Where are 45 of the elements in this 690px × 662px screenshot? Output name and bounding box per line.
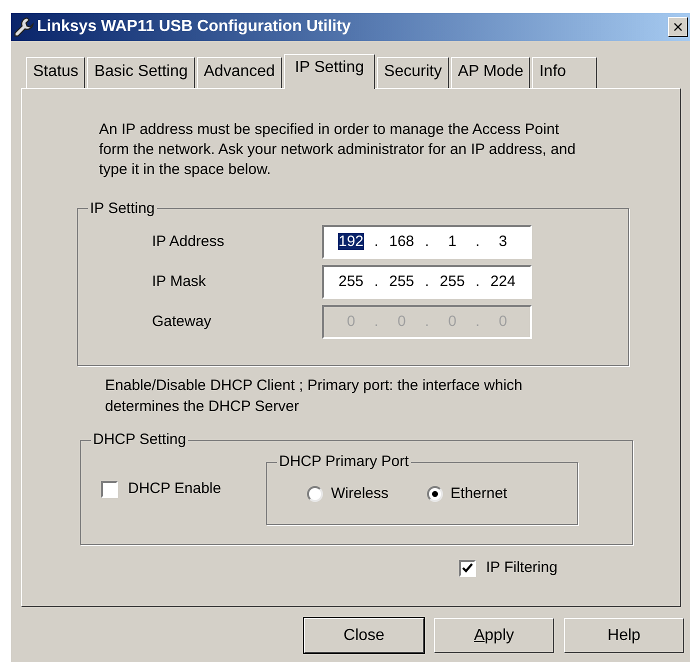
octet-text: 255 — [388, 272, 416, 292]
dot-separator: . — [374, 312, 378, 332]
dot-separator: . — [374, 232, 378, 252]
octet-text: 255 — [337, 272, 365, 292]
tab[interactable]: Advanced — [196, 57, 282, 88]
octet-text: 255 — [438, 272, 466, 292]
dot-separator: . — [476, 232, 480, 252]
radio-button[interactable] — [426, 486, 443, 502]
radio-label: Wireless — [331, 484, 389, 504]
field-label: Gateway — [152, 312, 212, 332]
dot-separator: . — [424, 232, 430, 252]
dot-separator: . — [374, 272, 378, 292]
dialog-button[interactable]: Close — [304, 618, 424, 653]
dot-separator: . — [476, 272, 480, 292]
checkbox[interactable] — [459, 560, 476, 576]
checkbox-label: DHCP Enable — [128, 478, 222, 499]
tab[interactable]: AP Mode — [450, 57, 530, 88]
checkbox[interactable] — [101, 480, 118, 498]
octet-text: 168 — [388, 232, 416, 252]
dot-separator: . — [424, 312, 430, 332]
tab[interactable]: IP Setting — [284, 54, 376, 89]
checkbox-label: IP Filtering — [486, 558, 558, 578]
field-label: IP Address — [152, 232, 226, 252]
tab[interactable]: Basic Setting — [87, 57, 195, 88]
ip-address-field[interactable]: 192 . 168 . 1 . 3 — [322, 225, 532, 259]
intro-text: An IP address must be specified in order to manage the Access Point form the network. Ask your network administrator for an IP address, and type it in the space below. — [99, 120, 577, 180]
octet-text: 1 — [447, 232, 458, 252]
field-label: IP Mask — [152, 272, 207, 292]
dhcp-note: Enable/Disable DHCP Client ; Primary port: the interface which determines the DHCP Server — [105, 376, 524, 417]
dialog-button[interactable]: Apply — [434, 618, 554, 653]
octet-text: 192 — [337, 232, 365, 252]
dot-separator: . — [424, 272, 430, 292]
tab[interactable]: Info — [532, 57, 598, 88]
tab[interactable]: Security — [377, 57, 449, 88]
dot-separator: . — [476, 312, 480, 332]
window-title: Linksys WAP11 USB Configuration Utility — [37, 17, 351, 37]
octet-text: 3 — [498, 232, 508, 252]
ip-address-field[interactable]: 255 . 255 . 255 . 224 — [322, 265, 532, 299]
close-button[interactable]: × — [668, 17, 688, 37]
radio-button[interactable] — [307, 486, 323, 502]
tab[interactable]: Status — [26, 57, 86, 88]
radio-label: Ethernet — [450, 484, 508, 504]
wrench-icon — [13, 16, 35, 38]
octet-text: 224 — [489, 272, 516, 292]
dialog-button[interactable]: Help — [564, 618, 684, 653]
